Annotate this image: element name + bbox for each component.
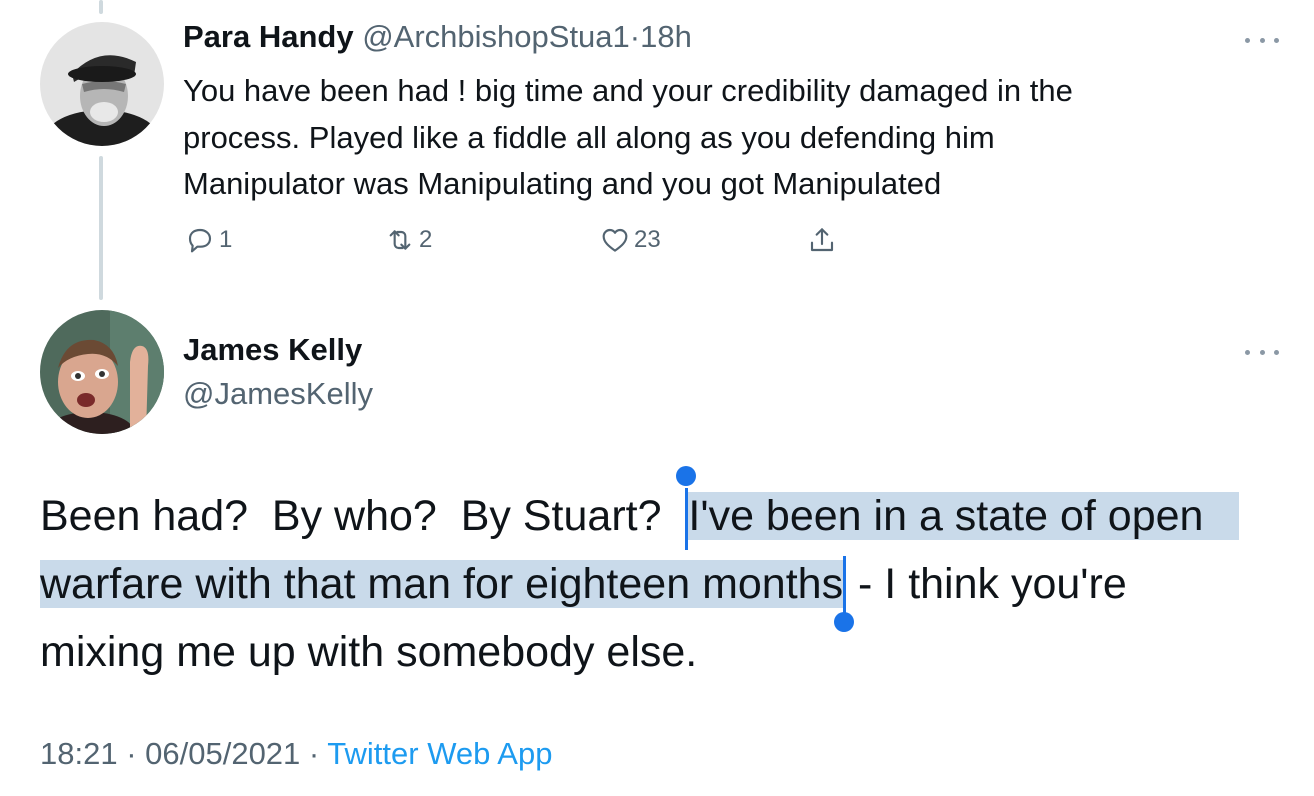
- selection-start-caret[interactable]: [676, 465, 697, 550]
- tweet-date[interactable]: 06/05/2021: [145, 736, 300, 771]
- like-button[interactable]: 23: [599, 222, 661, 258]
- selection-handle-icon[interactable]: [834, 611, 855, 632]
- more-dots-icon: [1245, 37, 1250, 43]
- selected-text: I've been in a state of open: [688, 492, 1240, 540]
- retweet-count: 2: [419, 226, 433, 253]
- more-options-button[interactable]: [1245, 30, 1279, 50]
- author-handle[interactable]: @ArchbishopStua1: [362, 19, 630, 54]
- avatar-image: [40, 22, 164, 146]
- selected-text: warfare with that man for eighteen month…: [40, 560, 844, 608]
- tweet-time[interactable]: 18:21: [40, 736, 118, 771]
- selection-end-caret[interactable]: [834, 555, 855, 632]
- source-app-link[interactable]: Twitter Web App: [327, 736, 552, 771]
- reply-text-line: You have been had ! big time and your cr…: [183, 73, 1073, 108]
- avatar-james-kelly[interactable]: [40, 310, 164, 434]
- meta-separator: ·: [300, 736, 328, 771]
- tweet-time[interactable]: 18h: [640, 19, 692, 54]
- reply-count: 1: [219, 226, 233, 253]
- like-icon: [602, 228, 628, 252]
- retweet-icon: [389, 230, 411, 250]
- more-dots-icon: [1245, 349, 1250, 355]
- reply-text-line: Manipulator was Manipulating and you got…: [183, 166, 942, 201]
- avatar-image: [40, 310, 164, 434]
- thread-line-connector: [99, 156, 103, 300]
- tweet-meta: 18:21 · 06/05/2021 · Twitter Web App: [40, 736, 552, 772]
- share-button[interactable]: [806, 222, 838, 258]
- more-options-button[interactable]: [1245, 342, 1279, 362]
- tweet-body: Been had? By who? By Stuart? I've been i…: [40, 465, 1280, 686]
- reply-button[interactable]: 1: [184, 222, 232, 258]
- selection-handle-icon[interactable]: [676, 465, 697, 486]
- retweet-button[interactable]: 2: [384, 222, 432, 258]
- share-icon: [810, 228, 834, 252]
- tweet-text: Been had? By who? By Stuart?: [40, 492, 686, 540]
- meta-separator: ·: [117, 736, 146, 771]
- reply-text-line: process. Played like a fiddle all along …: [183, 119, 995, 155]
- main-author-name[interactable]: James Kelly: [183, 332, 362, 368]
- header-separator: ·: [629, 19, 641, 54]
- reply-header: Para Handy @ArchbishopStua1·18h: [183, 19, 692, 55]
- reply-text: You have been had ! big time and your cr…: [183, 68, 1073, 208]
- like-count: 23: [634, 226, 661, 253]
- reply-icon: [188, 228, 212, 253]
- tweet-text: - I think you're: [846, 560, 1127, 608]
- main-author-handle[interactable]: @JamesKelly: [183, 376, 373, 412]
- thread-line-top: [99, 0, 103, 14]
- avatar-para-handy[interactable]: [40, 22, 164, 146]
- author-name[interactable]: Para Handy: [183, 19, 354, 54]
- tweet-text: mixing me up with somebody else.: [40, 628, 698, 676]
